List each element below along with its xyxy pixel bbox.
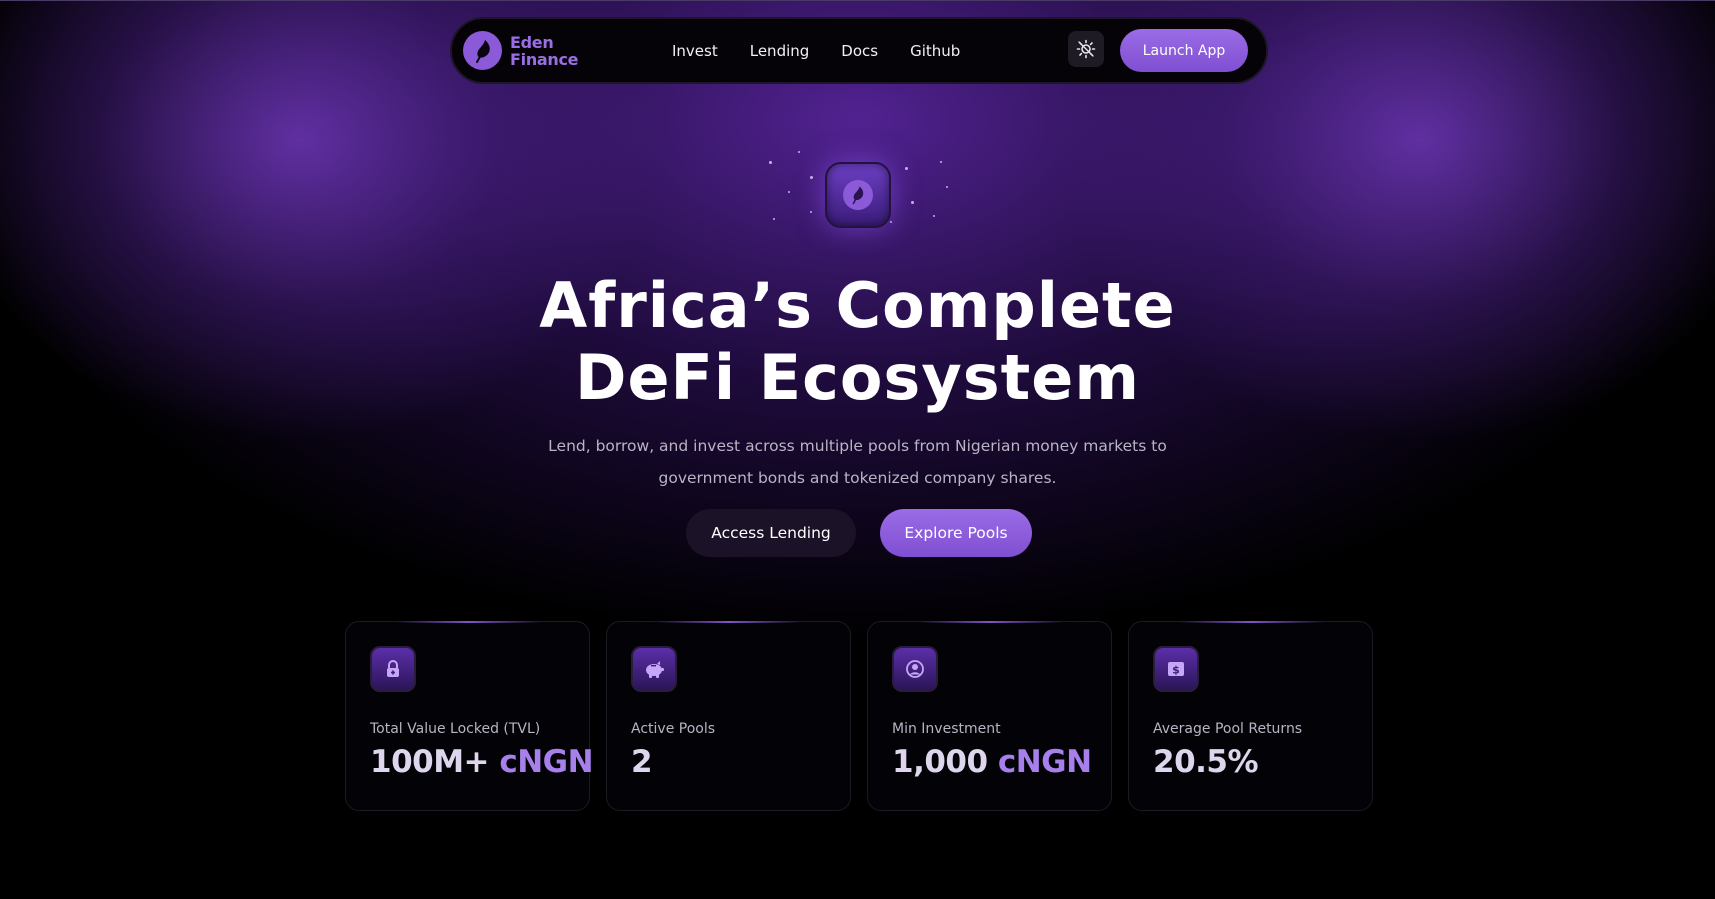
nav-link-github[interactable]: Github [910, 42, 960, 60]
navbar: Eden Finance Invest Lending Docs Github … [450, 17, 1268, 84]
user-circle-icon [892, 646, 938, 692]
top-border [0, 0, 1715, 1]
stat-value: 2 [631, 744, 653, 780]
stat-number: 2 [631, 744, 653, 780]
hero-subtitle-line1: Lend, borrow, and invest across multiple… [548, 437, 1167, 455]
brand-name: Eden Finance [510, 32, 579, 69]
stats-row: Total Value Locked (TVL) 100M+ cNGN Acti… [345, 621, 1373, 811]
stat-label: Average Pool Returns [1153, 721, 1303, 737]
nav-link-lending[interactable]: Lending [750, 42, 810, 60]
nav-links: Invest Lending Docs Github [672, 19, 960, 82]
stat-unit: cNGN [499, 744, 594, 780]
stat-card-tvl: Total Value Locked (TVL) 100M+ cNGN [345, 621, 594, 811]
nav-link-invest[interactable]: Invest [672, 42, 718, 60]
stat-number: 20.5% [1153, 744, 1259, 780]
hero-logo-badge [825, 162, 891, 228]
stat-card-average-returns: $ Average Pool Returns 20.5% [1128, 621, 1373, 811]
hero-subtitle-line2: government bonds and tokenized company s… [658, 469, 1057, 487]
lock-icon [370, 646, 416, 692]
leaf-icon [843, 180, 873, 210]
stat-card-active-pools: Active Pools 2 [606, 621, 851, 811]
access-lending-button[interactable]: Access Lending [686, 509, 856, 557]
stat-number: 1,000 [892, 744, 988, 780]
stat-label: Min Investment [892, 721, 1001, 737]
brand-line2: Finance [510, 49, 579, 69]
hero-actions: Access Lending Explore Pools [686, 509, 1032, 557]
piggy-bank-icon [631, 646, 677, 692]
launch-app-button[interactable]: Launch App [1120, 29, 1248, 72]
leaf-icon [463, 31, 502, 70]
nav-link-docs[interactable]: Docs [841, 42, 878, 60]
stat-label: Total Value Locked (TVL) [370, 721, 541, 737]
theme-toggle-button[interactable] [1068, 31, 1104, 67]
stat-card-min-investment: Min Investment 1,000 cNGN [867, 621, 1112, 811]
sun-icon [1076, 39, 1096, 59]
hero-title: Africa’s Complete DeFi Ecosystem [0, 270, 1715, 414]
dollar-icon: $ [1153, 646, 1199, 692]
svg-text:$: $ [1172, 664, 1180, 677]
brand-line1: Eden [510, 32, 554, 52]
explore-pools-button[interactable]: Explore Pools [880, 509, 1032, 557]
hero-title-line1: Africa’s Complete [539, 269, 1176, 342]
stat-number: 100M+ [370, 744, 490, 780]
stat-unit: cNGN [997, 744, 1092, 780]
stat-value: 1,000 cNGN [892, 744, 1092, 780]
hero-subtitle: Lend, borrow, and invest across multiple… [540, 430, 1175, 494]
hero-title-line2: DeFi Ecosystem [575, 341, 1140, 414]
stat-value: 20.5% [1153, 744, 1259, 780]
stat-label: Active Pools [631, 721, 716, 737]
brand-logo[interactable]: Eden Finance [463, 31, 579, 70]
stat-value: 100M+ cNGN [370, 744, 594, 780]
